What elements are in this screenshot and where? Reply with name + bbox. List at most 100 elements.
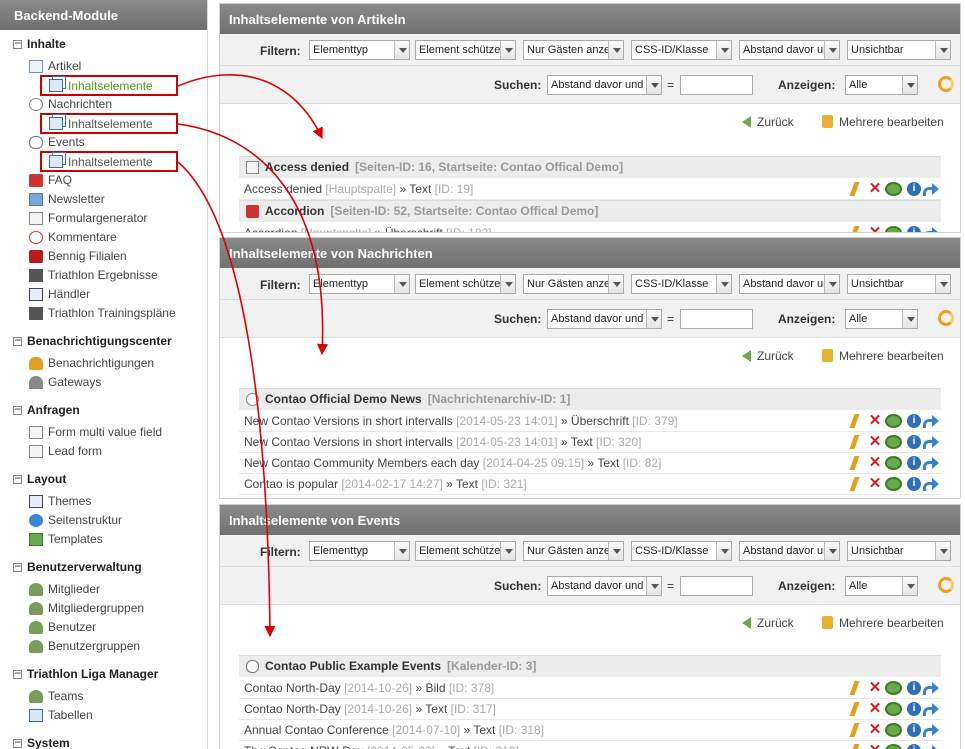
- info-icon[interactable]: i: [907, 744, 921, 749]
- sidebar-group-title[interactable]: − System: [0, 734, 207, 749]
- chevron-down-icon[interactable]: [716, 275, 731, 293]
- chevron-down-icon[interactable]: [608, 275, 623, 293]
- search-input[interactable]: [680, 309, 753, 329]
- filter-select[interactable]: Nur Gästen anzeigen: [523, 40, 624, 60]
- visibility-icon[interactable]: [885, 182, 902, 196]
- chevron-down-icon[interactable]: [902, 577, 917, 595]
- search-field-select[interactable]: Abstand davor und danach: [547, 576, 662, 596]
- sidebar-item-mitglieder[interactable]: Mitglieder: [0, 580, 207, 599]
- sidebar-item-benutzergruppen[interactable]: Benutzergruppen: [0, 637, 207, 656]
- sidebar-item-form-multi[interactable]: Form multi value field: [0, 423, 207, 442]
- edit-multiple-button[interactable]: Mehrere bearbeiten: [822, 115, 944, 129]
- info-icon[interactable]: i: [907, 477, 921, 491]
- sidebar-item-mitgliedergruppen[interactable]: Mitgliedergruppen: [0, 599, 207, 618]
- sidebar-item-events[interactable]: Events: [0, 133, 207, 152]
- chevron-down-icon[interactable]: [500, 542, 515, 560]
- visibility-icon[interactable]: [885, 702, 902, 716]
- filter-select[interactable]: Unsichtbar: [847, 40, 951, 60]
- search-input[interactable]: [680, 576, 753, 596]
- chevron-down-icon[interactable]: [394, 41, 409, 59]
- move-icon[interactable]: [923, 456, 939, 470]
- sidebar-item-tabellen[interactable]: Tabellen: [0, 706, 207, 725]
- visibility-icon[interactable]: [885, 477, 902, 491]
- chevron-down-icon[interactable]: [935, 275, 950, 293]
- edit-icon[interactable]: [849, 456, 860, 470]
- sidebar-item-newsletter[interactable]: Newsletter: [0, 190, 207, 209]
- search-field-select[interactable]: Abstand davor und danach: [547, 309, 662, 329]
- sidebar-item-seitenstruktur[interactable]: Seitenstruktur: [0, 511, 207, 530]
- collapse-icon[interactable]: −: [13, 406, 22, 415]
- sidebar-subitem-article-content[interactable]: Inhaltselemente: [40, 75, 178, 96]
- show-select[interactable]: Alle: [845, 75, 918, 95]
- move-icon[interactable]: [923, 477, 939, 491]
- chevron-down-icon[interactable]: [394, 542, 409, 560]
- filter-select[interactable]: Unsichtbar: [847, 274, 951, 294]
- move-icon[interactable]: [923, 435, 939, 449]
- collapse-icon[interactable]: −: [13, 475, 22, 484]
- delete-icon[interactable]: ✕: [868, 181, 882, 196]
- chevron-down-icon[interactable]: [824, 542, 839, 560]
- back-button[interactable]: Zurück: [742, 115, 794, 129]
- filter-select[interactable]: Element schützen: [415, 541, 516, 561]
- chevron-down-icon[interactable]: [500, 41, 515, 59]
- edit-multiple-button[interactable]: Mehrere bearbeiten: [822, 349, 944, 363]
- move-icon[interactable]: [923, 226, 939, 232]
- sidebar-item-triathlon-ergebnisse[interactable]: Triathlon Ergebnisse: [0, 266, 207, 285]
- edit-icon[interactable]: [849, 723, 860, 737]
- sidebar-subitem-events-content[interactable]: Inhaltselemente: [40, 151, 178, 172]
- show-select[interactable]: Alle: [845, 576, 918, 596]
- chevron-down-icon[interactable]: [608, 542, 623, 560]
- edit-icon[interactable]: [849, 477, 860, 491]
- sidebar-group-title[interactable]: − Inhalte: [0, 35, 207, 54]
- chevron-down-icon[interactable]: [935, 41, 950, 59]
- sidebar-item-benachrichtigungen[interactable]: Benachrichtigungen: [0, 354, 207, 373]
- sidebar-group-title[interactable]: − Benachrichtigungscenter: [0, 332, 207, 351]
- sidebar-item-kommentare[interactable]: Kommentare: [0, 228, 207, 247]
- sidebar-subitem-news-content[interactable]: Inhaltselemente: [40, 113, 178, 134]
- visibility-icon[interactable]: [885, 435, 902, 449]
- move-icon[interactable]: [923, 723, 939, 737]
- sidebar-item-nachrichten[interactable]: Nachrichten: [0, 95, 207, 114]
- search-input[interactable]: [680, 75, 753, 95]
- delete-icon[interactable]: ✕: [868, 476, 882, 491]
- sidebar-item-teams[interactable]: Teams: [0, 687, 207, 706]
- visibility-icon[interactable]: [885, 414, 902, 428]
- filter-select[interactable]: Nur Gästen anzeigen: [523, 541, 624, 561]
- delete-icon[interactable]: ✕: [868, 701, 882, 716]
- sidebar-item-gateways[interactable]: Gateways: [0, 373, 207, 392]
- delete-icon[interactable]: ✕: [868, 680, 882, 695]
- delete-icon[interactable]: ✕: [868, 455, 882, 470]
- sidebar-group-title[interactable]: − Layout: [0, 470, 207, 489]
- edit-icon[interactable]: [849, 681, 860, 695]
- collapse-icon[interactable]: −: [13, 739, 22, 748]
- move-icon[interactable]: [923, 681, 939, 695]
- sidebar-item-formulargenerator[interactable]: Formulargenerator: [0, 209, 207, 228]
- edit-multiple-button[interactable]: Mehrere bearbeiten: [822, 616, 944, 630]
- filter-select[interactable]: Element schützen: [415, 274, 516, 294]
- back-button[interactable]: Zurück: [742, 349, 794, 363]
- info-icon[interactable]: i: [907, 182, 921, 196]
- chevron-down-icon[interactable]: [716, 542, 731, 560]
- filter-select[interactable]: CSS-ID/Klasse: [631, 40, 732, 60]
- filter-select[interactable]: Abstand davor und danach: [739, 40, 840, 60]
- visibility-icon[interactable]: [885, 681, 902, 695]
- chevron-down-icon[interactable]: [500, 275, 515, 293]
- sidebar-item-templates[interactable]: Templates: [0, 530, 207, 549]
- visibility-icon[interactable]: [885, 744, 902, 749]
- sidebar-item-lead-form[interactable]: Lead form: [0, 442, 207, 461]
- chevron-down-icon[interactable]: [935, 542, 950, 560]
- info-icon[interactable]: i: [907, 435, 921, 449]
- back-button[interactable]: Zurück: [742, 616, 794, 630]
- collapse-icon[interactable]: −: [13, 337, 22, 346]
- delete-icon[interactable]: ✕: [868, 743, 882, 749]
- chevron-down-icon[interactable]: [902, 76, 917, 94]
- sidebar-item-trainingsplaene[interactable]: Triathlon Trainingspläne: [0, 304, 207, 323]
- chevron-down-icon[interactable]: [902, 310, 917, 328]
- delete-icon[interactable]: ✕: [868, 225, 882, 232]
- reload-icon[interactable]: [938, 310, 954, 326]
- edit-icon[interactable]: [849, 182, 860, 196]
- chevron-down-icon[interactable]: [394, 275, 409, 293]
- edit-icon[interactable]: [849, 435, 860, 449]
- move-icon[interactable]: [923, 182, 939, 196]
- info-icon[interactable]: i: [907, 456, 921, 470]
